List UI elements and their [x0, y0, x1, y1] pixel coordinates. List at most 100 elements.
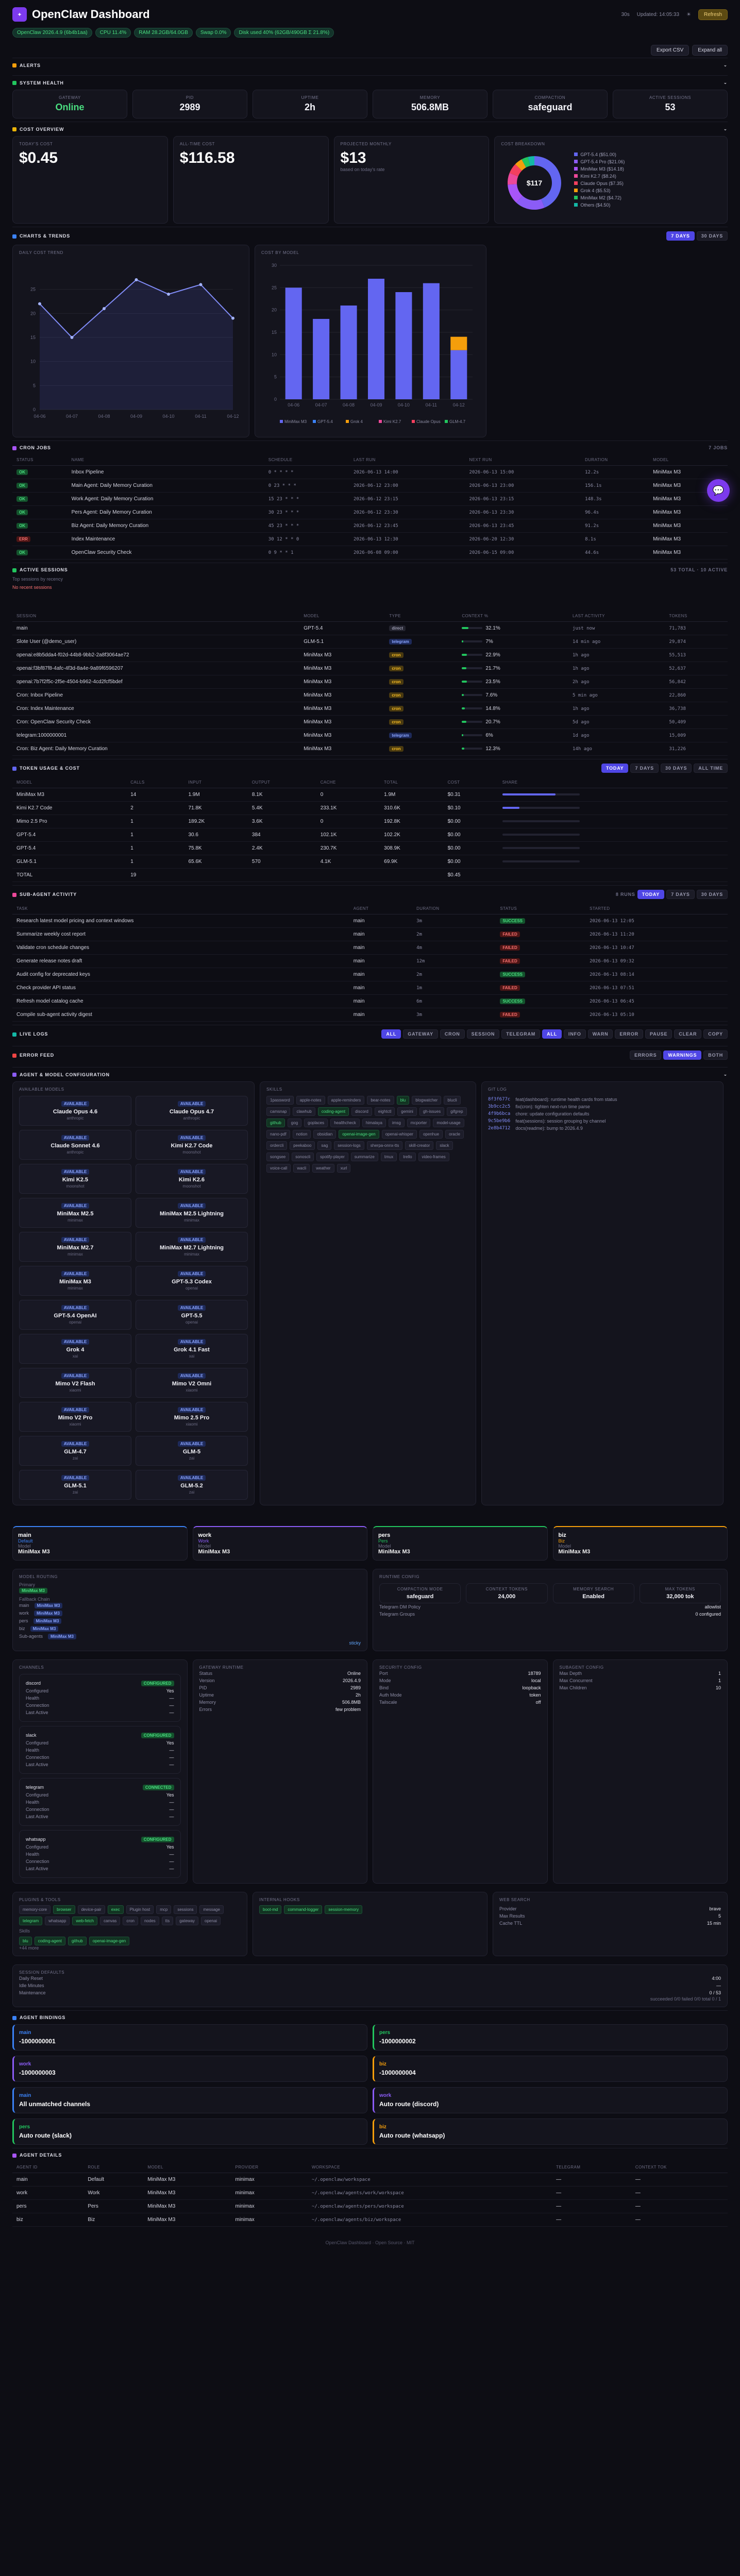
model-card[interactable]: AVAILABLE GPT-5.4 OpenAI openai	[19, 1300, 131, 1330]
log-filter[interactable]: Cron	[440, 1029, 465, 1039]
table-row[interactable]: OK Inbox Pipeline 0 * * * * 2026-06-13 14:0…	[12, 465, 728, 479]
plugin-chip[interactable]: cron	[123, 1917, 138, 1925]
commit-hash[interactable]: 4f9b6bca	[488, 1111, 510, 1116]
skill-chip[interactable]: mcporter	[407, 1118, 431, 1127]
table-row[interactable]: OK Biz Agent: Daily Memory Curation 45 23 …	[12, 519, 728, 533]
skill-chip[interactable]: clawhub	[293, 1107, 315, 1116]
skill-chip[interactable]: weather	[312, 1164, 334, 1173]
error-filter[interactable]: Errors	[630, 1050, 662, 1060]
usage-tab[interactable]: 7 Days	[630, 764, 659, 773]
skill-chip[interactable]: bear-notes	[367, 1096, 394, 1105]
plugin-chip[interactable]: canvas	[100, 1917, 121, 1925]
skill-chip[interactable]: video-frames	[418, 1153, 449, 1161]
plugin-chip[interactable]: openai	[201, 1917, 221, 1925]
table-row[interactable]: telegram:1000000001 MiniMax M3 telegram 6% 1…	[12, 728, 728, 742]
table-row[interactable]: Check provider API status main 1m FAILED 202…	[12, 981, 728, 995]
table-row[interactable]: OK Work Agent: Daily Memory Curation 15 23…	[12, 492, 728, 506]
hook-chip[interactable]: boot-md	[259, 1905, 282, 1914]
export-csv-button[interactable]: Export CSV	[651, 45, 689, 56]
table-row[interactable]: Research latest model pricing and contex…	[12, 914, 728, 928]
skill-chip[interactable]: sag	[317, 1141, 332, 1150]
expand-all-button[interactable]: Expand all	[692, 45, 728, 56]
commit-hash[interactable]: 9c5be9b6	[488, 1118, 510, 1124]
channel-card[interactable]: telegram CONNECTED Configured Yes Health — Con…	[19, 1778, 181, 1826]
log-filter[interactable]: All	[542, 1029, 562, 1039]
table-row[interactable]: OK Pers Agent: Daily Memory Curation 30 23…	[12, 505, 728, 519]
skill-chip[interactable]: coding-agent	[317, 1107, 349, 1116]
theme-icon[interactable]: ☀	[686, 12, 691, 18]
binding-card[interactable]: biz -1000000004	[373, 2056, 728, 2082]
skill-chip[interactable]: sonoscli	[292, 1153, 314, 1161]
skill-chip[interactable]: skill-creator	[405, 1141, 434, 1150]
plugin-chip[interactable]: device-pair	[77, 1905, 105, 1914]
model-card[interactable]: AVAILABLE MiniMax M2.7 minimax	[19, 1232, 131, 1262]
commit-hash[interactable]: 2e8b4712	[488, 1126, 510, 1131]
table-row[interactable]: Summarize weekly cost report main 2m FAILED…	[12, 927, 728, 941]
table-row[interactable]: openai:7b7f2f5c-2f5e-4504-b962-4cd2fcf5b…	[12, 675, 728, 689]
agent-card[interactable]: work Work Model MiniMax M3	[192, 1526, 367, 1561]
log-action-button[interactable]: Pause	[645, 1029, 672, 1039]
log-action-button[interactable]: Copy	[703, 1029, 728, 1039]
model-card[interactable]: AVAILABLE GLM-5.1 zai	[19, 1470, 131, 1500]
model-card[interactable]: AVAILABLE Claude Opus 4.6 anthropic	[19, 1096, 131, 1126]
table-row[interactable]: openai:f3bf87f8-4afc-4f3d-8a4e-9a89f6596…	[12, 662, 728, 675]
skill-chip[interactable]: xurl	[337, 1164, 351, 1173]
agent-card[interactable]: pers Pers Model MiniMax M3	[373, 1526, 548, 1561]
table-row[interactable]: openai:e8b5dda4-f02d-44b8-9bb2-2a8f3064a…	[12, 648, 728, 662]
plugin-chip[interactable]: telegram	[19, 1917, 43, 1925]
table-row[interactable]: biz Biz MiniMax M3 minimax ~/.openclaw/agent…	[12, 2213, 728, 2227]
table-row[interactable]: Cron: Biz Agent: Daily Memory Curation Mi…	[12, 742, 728, 756]
log-filter[interactable]: Error	[615, 1029, 643, 1039]
skill-chip[interactable]: voice-call	[266, 1164, 291, 1173]
binding-card[interactable]: main -1000000001	[12, 2024, 367, 2050]
table-row[interactable]: OK Main Agent: Daily Memory Curation 0 23 …	[12, 479, 728, 493]
skill-chip[interactable]: gemini	[397, 1107, 417, 1116]
table-row[interactable]: pers Pers MiniMax M3 minimax ~/.openclaw/age…	[12, 2199, 728, 2213]
table-row[interactable]: Cron: Index Maintenance MiniMax M3 cron 14.…	[12, 702, 728, 716]
commit-hash[interactable]: 3b9cc2c5	[488, 1104, 510, 1109]
model-card[interactable]: AVAILABLE Claude Opus 4.7 anthropic	[136, 1096, 248, 1126]
log-filter[interactable]: All	[381, 1029, 401, 1039]
model-card[interactable]: AVAILABLE Grok 4.1 Fast xai	[136, 1334, 248, 1364]
plugin-chip[interactable]: Plugin host	[126, 1905, 154, 1914]
skill-chip[interactable]: summarize	[350, 1153, 378, 1161]
model-card[interactable]: AVAILABLE MiniMax M3 minimax	[19, 1266, 131, 1296]
skill-chip[interactable]: healthcheck	[330, 1118, 360, 1127]
table-row[interactable]: Cron: Inbox Pipeline MiniMax M3 cron 7.6% 5 …	[12, 688, 728, 702]
binding-card[interactable]: work Auto route (discord)	[373, 2087, 728, 2113]
skill-chip[interactable]: nano-pdf	[266, 1130, 290, 1139]
error-filter[interactable]: Both	[703, 1050, 728, 1060]
plugins-more[interactable]: +44 more	[19, 1945, 241, 1951]
skill-chip[interactable]: 1password	[266, 1096, 294, 1105]
channel-card[interactable]: whatsapp CONFIGURED Configured Yes Health — Co…	[19, 1830, 181, 1878]
channel-card[interactable]: slack CONFIGURED Configured Yes Health — Conne…	[19, 1726, 181, 1774]
model-card[interactable]: AVAILABLE MiniMax M2.7 Lightning minimax	[136, 1232, 248, 1262]
skill-chip[interactable]: openhue	[419, 1130, 443, 1139]
hook-chip[interactable]: command-logger	[284, 1905, 323, 1914]
binding-card[interactable]: pers -1000000002	[373, 2024, 728, 2050]
table-row[interactable]: main GPT-5.4 direct 32.1% just now 71,783	[12, 621, 728, 635]
skill-chip[interactable]: gh-issues	[419, 1107, 445, 1116]
skill-chip[interactable]: model-usage	[433, 1118, 464, 1127]
usage-tab[interactable]: All Time	[694, 764, 728, 773]
log-filter[interactable]: Session	[466, 1029, 500, 1039]
plugin-chip[interactable]: mcp	[156, 1905, 172, 1914]
skill-chip[interactable]: obsidian	[313, 1130, 337, 1139]
binding-card[interactable]: main All unmatched channels	[12, 2087, 367, 2113]
table-row[interactable]: main Default MiniMax M3 minimax ~/.openclaw/…	[12, 2173, 728, 2187]
error-filter[interactable]: Warnings	[663, 1050, 702, 1060]
skill-chip[interactable]: apple-reminders	[327, 1096, 365, 1105]
model-card[interactable]: AVAILABLE GPT-5.3 Codex openai	[136, 1266, 248, 1296]
model-card[interactable]: AVAILABLE GLM-5.2 zai	[136, 1470, 248, 1500]
plugin-chip[interactable]: web-fetch	[72, 1917, 98, 1925]
model-card[interactable]: AVAILABLE GLM-5 zai	[136, 1436, 248, 1466]
skill-chip[interactable]: oracle	[445, 1130, 464, 1139]
plugin-chip[interactable]: memory-core	[19, 1905, 51, 1914]
model-card[interactable]: AVAILABLE GLM-4.7 zai	[19, 1436, 131, 1466]
plugin-chip[interactable]: nodes	[140, 1917, 159, 1925]
model-card[interactable]: AVAILABLE Mimo 2.5 Pro xiaomi	[136, 1402, 248, 1432]
skill-chip[interactable]: blu	[19, 1937, 32, 1945]
tab-30-days[interactable]: 30 Days	[696, 231, 728, 241]
model-card[interactable]: AVAILABLE Kimi K2.5 moonshot	[19, 1164, 131, 1194]
tab-7-days[interactable]: 7 Days	[666, 231, 695, 241]
